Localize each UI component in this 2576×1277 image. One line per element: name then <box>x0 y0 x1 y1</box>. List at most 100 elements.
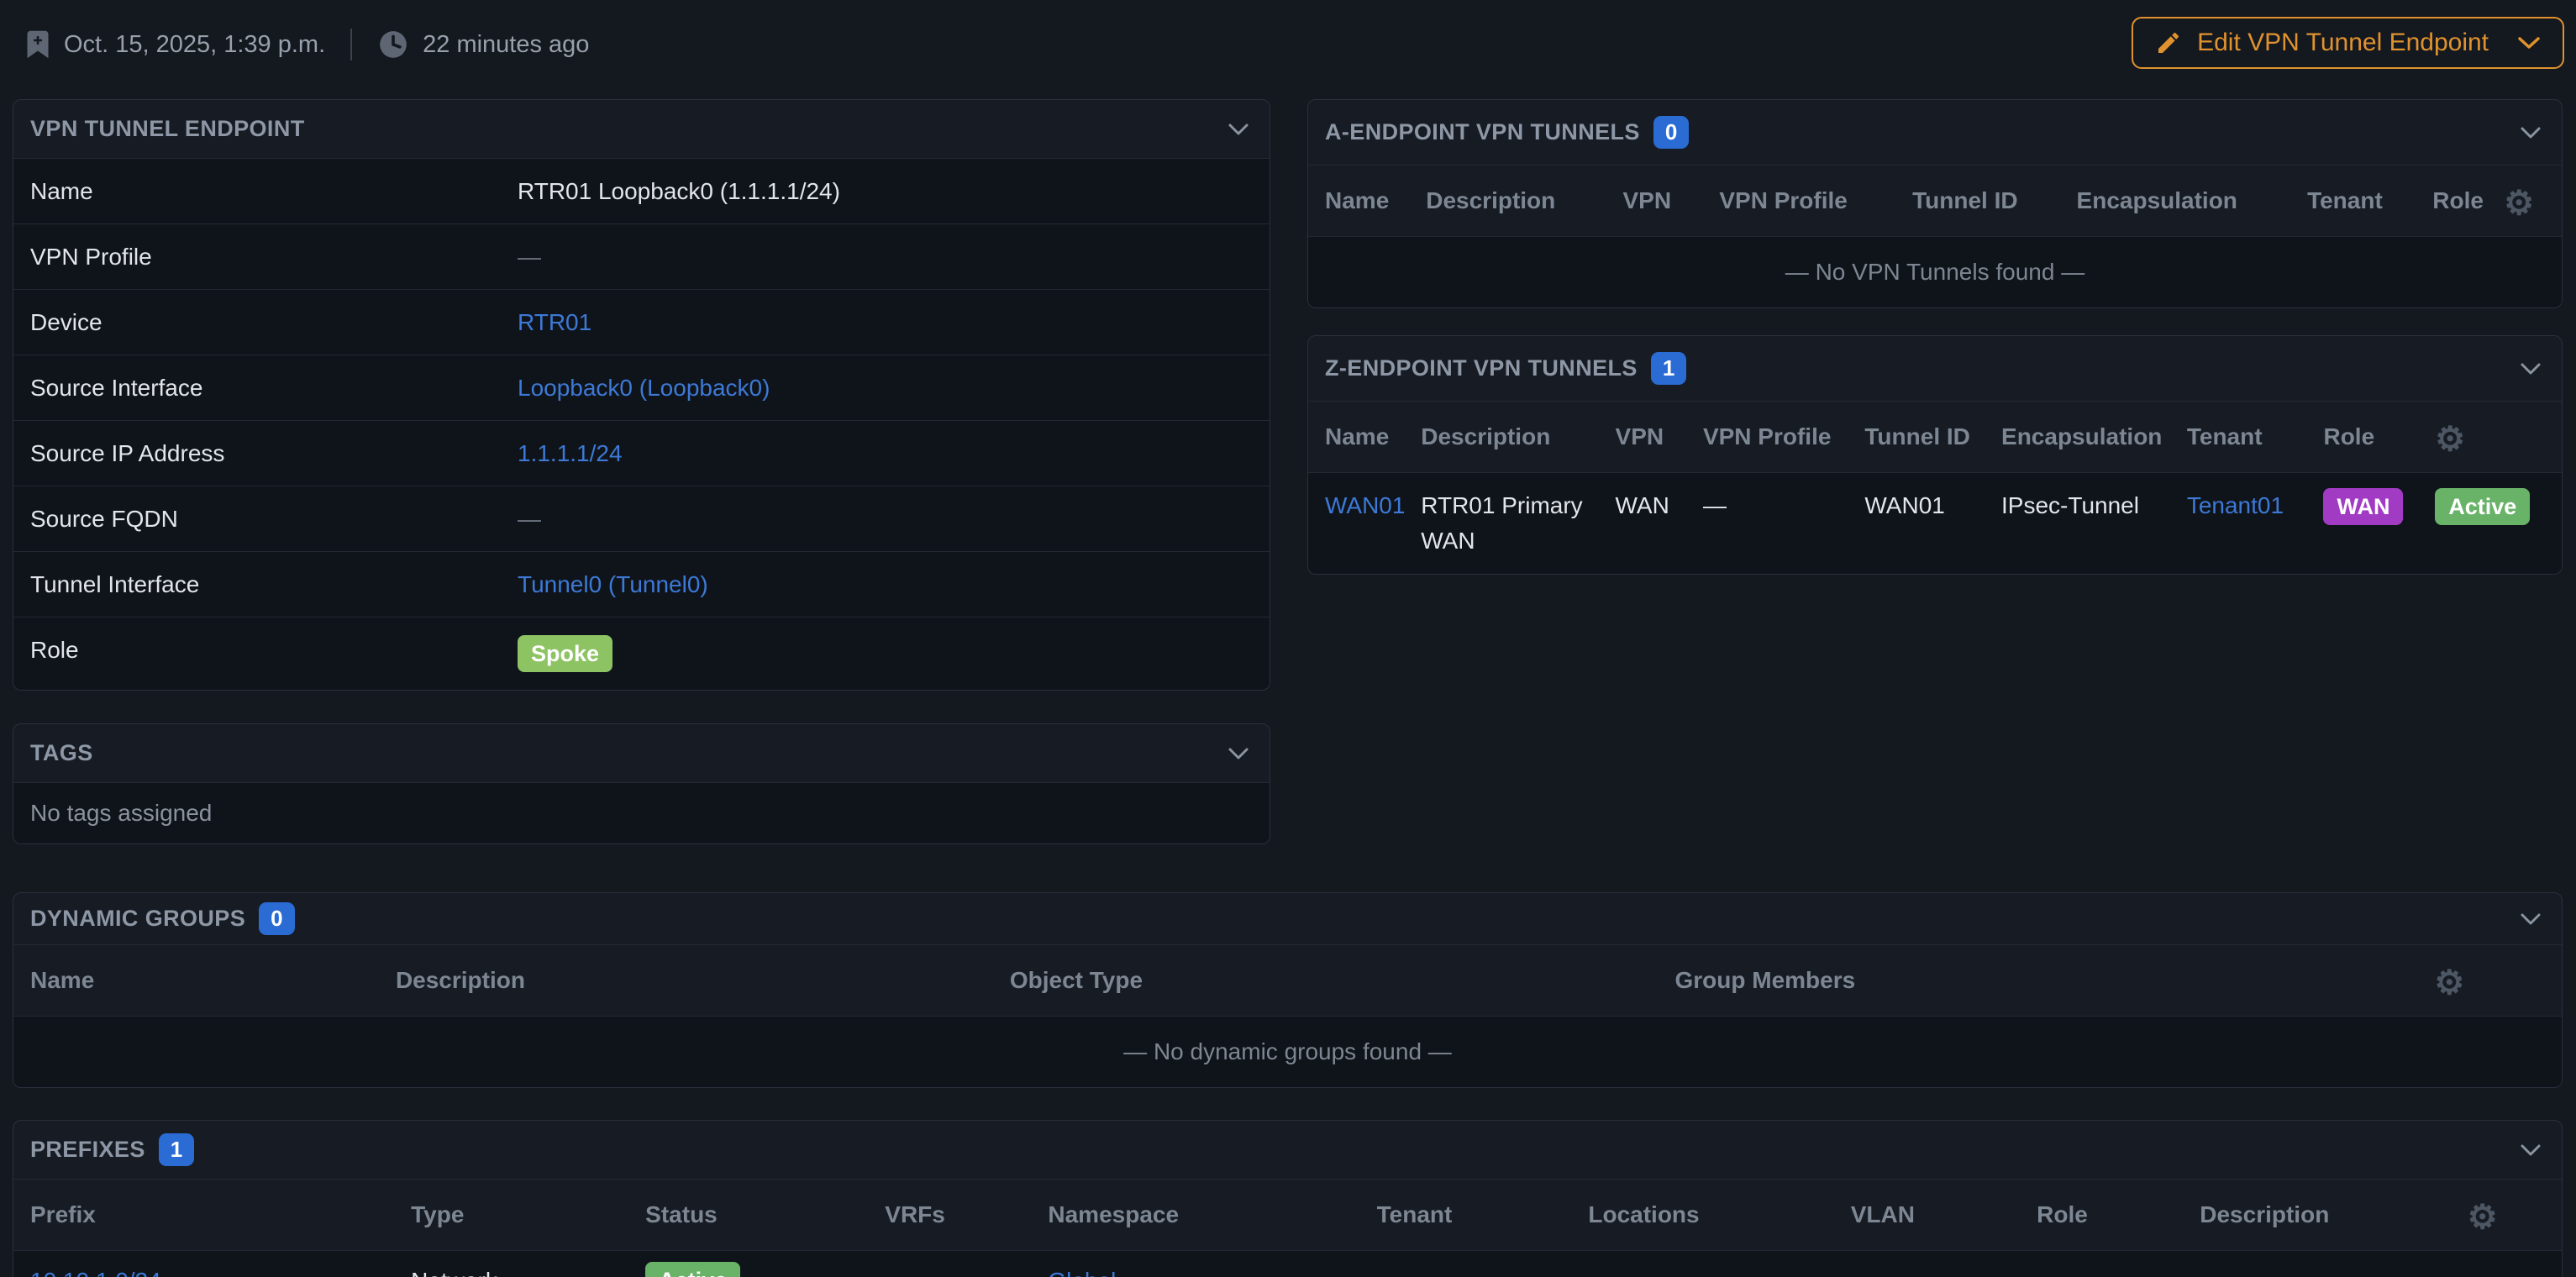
dynamic-groups-table: Name Description Object Type Group Membe… <box>13 944 2562 1087</box>
prefix-type: Network <box>411 1251 645 1277</box>
namespace-link[interactable]: Global <box>1048 1268 1116 1277</box>
topbar: Oct. 15, 2025, 1:39 p.m. 22 minutes ago … <box>0 0 2576 99</box>
column-header: Group Members <box>1674 945 2434 1017</box>
last-updated: 22 minutes ago <box>423 31 589 59</box>
table-config-gear-icon[interactable]: ⚙ <box>2434 966 2464 1000</box>
card-title: TAGS <box>30 740 93 766</box>
tags-card: TAGS No tags assigned <box>13 723 1270 844</box>
field-label: Tunnel Interface <box>13 552 501 617</box>
tags-empty-message: No tags assigned <box>13 782 1270 843</box>
z-endpoint-vpn-tunnels-card: Z-ENDPOINT VPN TUNNELS 1 <box>1307 335 2563 575</box>
prefixes-card: PREFIXES 1 Prefix Type <box>13 1120 2563 1277</box>
table-config-gear-icon[interactable]: ⚙ <box>2435 423 2465 456</box>
column-header: Locations <box>1588 1180 1850 1251</box>
table-header-row: Prefix Type Status VRFs Namespace Tenant… <box>13 1180 2562 1251</box>
column-header: Tunnel ID <box>1864 402 2001 473</box>
role-badge[interactable]: Spoke <box>518 635 612 672</box>
prefix-locations: — <box>1588 1251 1850 1277</box>
device-link[interactable]: RTR01 <box>518 309 591 335</box>
field-value: — <box>501 486 1270 552</box>
column-header: Tenant <box>2307 166 2432 237</box>
left-column: VPN TUNNEL ENDPOINT Name RTR01 Loopback0… <box>13 99 1270 844</box>
pencil-icon <box>2155 29 2182 56</box>
detail-row: Source Interface Loopback0 (Loopback0) <box>13 355 1270 421</box>
tunnel-encapsulation: IPsec-Tunnel <box>2001 473 2187 575</box>
field-label: Source FQDN <box>13 486 501 552</box>
column-header: VPN <box>1622 166 1719 237</box>
detail-row: VPN Profile — <box>13 224 1270 290</box>
right-column: A-ENDPOINT VPN TUNNELS 0 <box>1307 99 2563 575</box>
tunnel-id: WAN01 <box>1864 473 2001 575</box>
column-header: Description <box>2200 1180 2467 1251</box>
card-title: PREFIXES <box>30 1137 145 1163</box>
field-label: Source Interface <box>13 355 501 421</box>
field-value: — <box>501 224 1270 290</box>
tunnel-description: RTR01 Primary WAN <box>1421 488 1585 559</box>
column-header: VPN Profile <box>1703 402 1864 473</box>
edit-button-label: Edit VPN Tunnel Endpoint <box>2197 29 2489 57</box>
tunnel-interface-link[interactable]: Tunnel0 (Tunnel0) <box>518 571 708 597</box>
source-ip-link[interactable]: 1.1.1.1/24 <box>518 440 623 466</box>
table-row: WAN01 RTR01 Primary WAN WAN — WAN01 IPse… <box>1308 473 2562 575</box>
column-header: Name <box>1308 166 1426 237</box>
count-badge: 1 <box>1651 352 1686 385</box>
column-header: Role <box>2323 402 2435 473</box>
card-title: Z-ENDPOINT VPN TUNNELS <box>1325 355 1638 381</box>
z-endpoint-card-header: Z-ENDPOINT VPN TUNNELS 1 <box>1308 336 2562 401</box>
column-header: Description <box>396 945 1010 1017</box>
prefix-vlan: — <box>1851 1251 2037 1277</box>
prefix-description: — <box>2200 1251 2467 1277</box>
source-interface-link[interactable]: Loopback0 (Loopback0) <box>518 375 770 401</box>
a-endpoint-card-header: A-ENDPOINT VPN TUNNELS 0 <box>1308 100 2562 165</box>
collapse-chevron-icon[interactable] <box>1228 123 1249 136</box>
dynamic-groups-card-header: DYNAMIC GROUPS 0 <box>13 893 2562 944</box>
column-header: Type <box>411 1180 645 1251</box>
tunnel-vpn: WAN <box>1616 473 1703 575</box>
status-badge[interactable]: Active <box>2435 488 2530 525</box>
column-header: VPN Profile <box>1719 166 1912 237</box>
detail-row: Role Spoke <box>13 617 1270 691</box>
column-header: Tenant <box>2187 402 2324 473</box>
column-header: Description <box>1426 166 1622 237</box>
clock-icon <box>377 29 409 60</box>
prefix-link[interactable]: 10.10.1.0/24 <box>30 1268 161 1277</box>
column-header: Status <box>645 1180 885 1251</box>
collapse-chevron-icon[interactable] <box>2520 912 2542 926</box>
role-badge[interactable]: WAN <box>2323 488 2403 525</box>
z-endpoint-tunnels-table: Name Description VPN VPN Profile Tunnel … <box>1308 401 2562 574</box>
dynamic-groups-card: DYNAMIC GROUPS 0 Name Description Object <box>13 892 2563 1088</box>
tenant-link[interactable]: Tenant01 <box>2187 492 2284 518</box>
table-config-gear-icon[interactable]: ⚙ <box>2468 1201 2498 1234</box>
object-meta: Oct. 15, 2025, 1:39 p.m. 22 minutes ago <box>25 29 589 60</box>
tunnel-name-link[interactable]: WAN01 <box>1325 492 1405 518</box>
count-badge: 0 <box>259 902 294 935</box>
column-header: Role <box>2037 1180 2200 1251</box>
chevron-down-icon[interactable] <box>2517 35 2541 50</box>
detail-row: Name RTR01 Loopback0 (1.1.1.1/24) <box>13 159 1270 224</box>
field-value: RTR01 Loopback0 (1.1.1.1/24) <box>501 159 1270 224</box>
empty-row: — No dynamic groups found — <box>13 1017 2562 1088</box>
status-badge[interactable]: Active <box>645 1262 740 1277</box>
collapse-chevron-icon[interactable] <box>2520 362 2542 376</box>
column-header: Tunnel ID <box>1912 166 2076 237</box>
vpn-tunnel-endpoint-card: VPN TUNNEL ENDPOINT Name RTR01 Loopback0… <box>13 99 1270 691</box>
edit-vpn-tunnel-endpoint-button[interactable]: Edit VPN Tunnel Endpoint <box>2132 17 2564 69</box>
prefixes-card-header: PREFIXES 1 <box>13 1121 2562 1179</box>
a-endpoint-vpn-tunnels-card: A-ENDPOINT VPN TUNNELS 0 <box>1307 99 2563 308</box>
column-header: Encapsulation <box>2001 402 2187 473</box>
column-header: Object Type <box>1010 945 1675 1017</box>
collapse-chevron-icon[interactable] <box>1228 747 1249 760</box>
column-header: VLAN <box>1851 1180 2037 1251</box>
field-label: Source IP Address <box>13 421 501 486</box>
collapse-chevron-icon[interactable] <box>2520 126 2542 139</box>
table-config-gear-icon[interactable]: ⚙ <box>2504 187 2534 220</box>
detail-row: Device RTR01 <box>13 290 1270 355</box>
column-header: Encapsulation <box>2077 166 2308 237</box>
vpn-tunnel-endpoint-card-header: VPN TUNNEL ENDPOINT <box>13 100 1270 158</box>
field-label: Role <box>13 617 501 691</box>
collapse-chevron-icon[interactable] <box>2520 1143 2542 1157</box>
column-header: Tenant <box>1377 1180 1589 1251</box>
empty-message: — No dynamic groups found — <box>13 1017 2562 1088</box>
card-title: VPN TUNNEL ENDPOINT <box>30 116 305 142</box>
prefix-vrfs: — <box>885 1251 1048 1277</box>
